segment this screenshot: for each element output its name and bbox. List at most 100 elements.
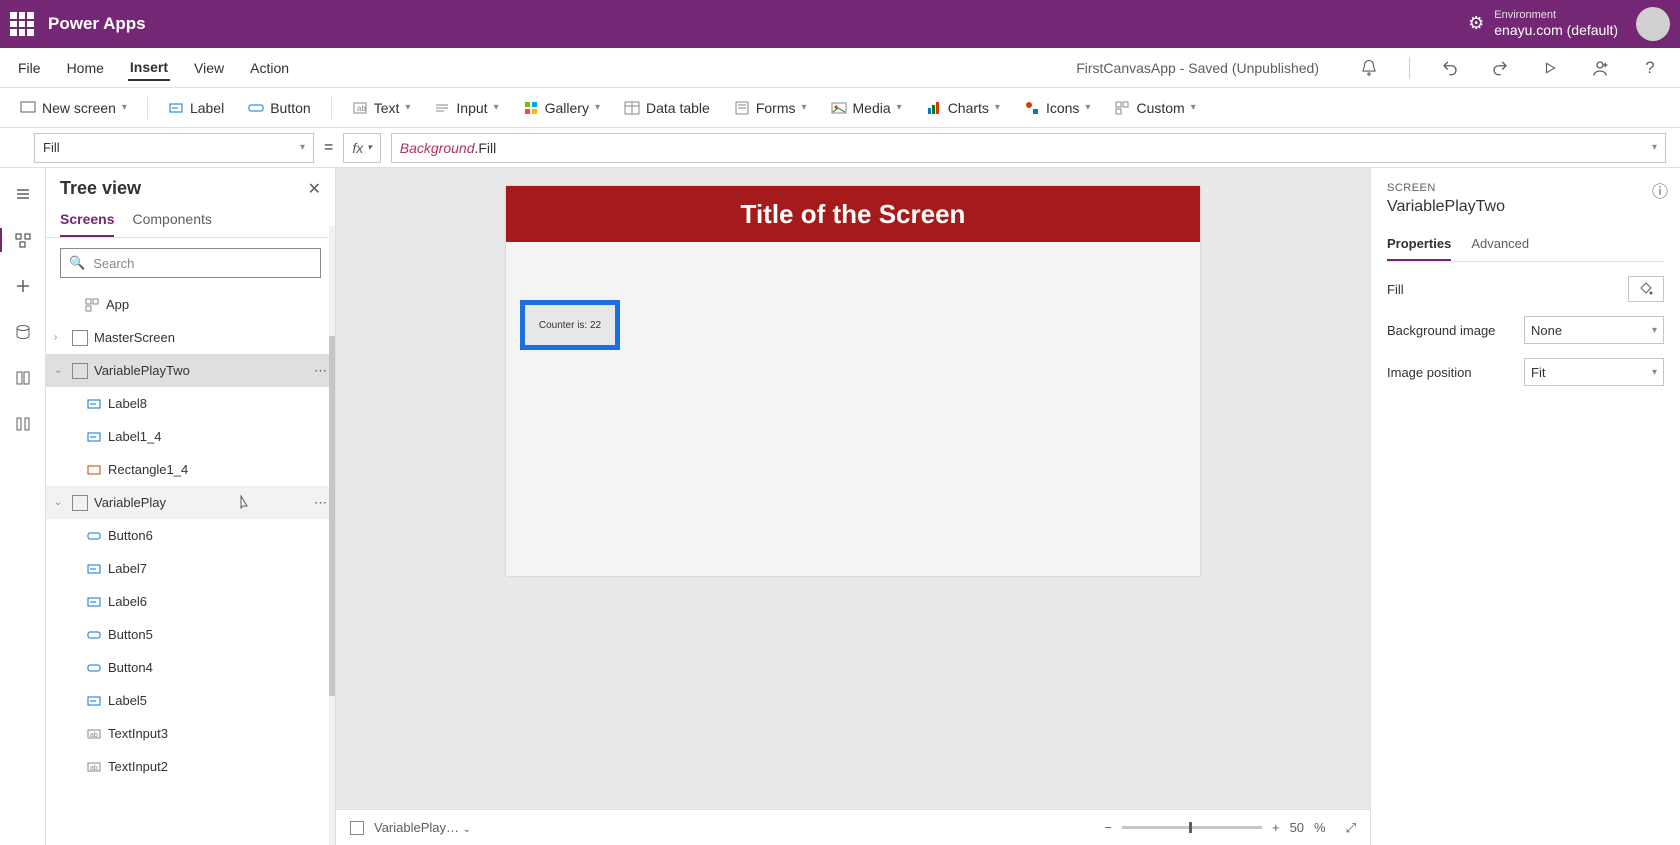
zoom-pct: % [1314, 820, 1326, 835]
help-icon[interactable]: ? [1636, 54, 1664, 82]
ribbon-media[interactable]: Media▾ [825, 96, 908, 120]
tree-item-button5[interactable]: Button5 [46, 618, 335, 651]
cursor-icon [236, 495, 250, 511]
menu-action[interactable]: Action [248, 56, 291, 80]
zoom-in-icon[interactable]: + [1272, 820, 1280, 835]
app-checker-icon[interactable] [1355, 54, 1383, 82]
user-avatar[interactable] [1636, 7, 1670, 41]
zoom-out-icon[interactable]: − [1104, 820, 1112, 835]
canvas-screen[interactable]: Title of the Screen Counter is: 22 [506, 186, 1200, 576]
props-tab-advanced[interactable]: Advanced [1471, 228, 1529, 261]
tree-item-variableplaytwo[interactable]: ⌄ VariablePlayTwo ⋯ [46, 354, 335, 387]
play-icon[interactable] [1536, 54, 1564, 82]
ribbon-custom[interactable]: Custom▾ [1108, 96, 1201, 120]
ribbon-gallery[interactable]: Gallery▾ [517, 96, 606, 120]
prop-bgimage-label: Background image [1387, 323, 1495, 338]
insert-ribbon: New screen▾ Label Button ab Text▾ Input▾… [0, 88, 1680, 128]
fx-button[interactable]: fx▾ [343, 133, 380, 163]
rectangle-icon [86, 462, 102, 478]
screen-title-label[interactable]: Title of the Screen [506, 186, 1200, 242]
rail-tools-icon[interactable] [11, 412, 35, 436]
charts-icon [926, 100, 942, 116]
data-table-icon [624, 100, 640, 116]
share-icon[interactable] [1586, 54, 1614, 82]
tree-item-masterscreen[interactable]: › MasterScreen [46, 321, 335, 354]
info-icon[interactable]: ⓘ [1652, 178, 1668, 202]
label-icon [168, 100, 184, 116]
label-icon [86, 396, 102, 412]
props-section-label: SCREEN [1387, 182, 1664, 194]
tree-item-rectangle1-4[interactable]: Rectangle1_4 [46, 453, 335, 486]
ribbon-forms[interactable]: Forms▾ [728, 96, 813, 120]
tree-item-button4[interactable]: Button4 [46, 651, 335, 684]
imgpos-select[interactable]: Fit▾ [1524, 358, 1664, 386]
ribbon-text[interactable]: ab Text▾ [346, 96, 417, 120]
ribbon-button[interactable]: Button [242, 96, 316, 120]
tree-item-app[interactable]: App [46, 288, 335, 321]
rail-insert-icon[interactable] [11, 274, 35, 298]
rail-media-icon[interactable] [11, 366, 35, 390]
ribbon-icons[interactable]: Icons▾ [1018, 96, 1097, 120]
tree-item-label6[interactable]: Label6 [46, 585, 335, 618]
environment-icon[interactable]: ⚙ [1468, 13, 1484, 34]
tree-search[interactable]: 🔍 Search [60, 248, 321, 278]
more-icon[interactable]: ⋯ [314, 495, 327, 511]
tree-item-label8[interactable]: Label8 [46, 387, 335, 420]
ribbon-charts[interactable]: Charts▾ [920, 96, 1006, 120]
close-tree-icon[interactable]: ✕ [308, 179, 321, 199]
rail-hamburger-icon[interactable] [11, 182, 35, 206]
zoom-value: 50 [1290, 820, 1304, 835]
fill-color-swatch[interactable] [1628, 276, 1664, 302]
screen-icon [20, 100, 36, 116]
app-status: FirstCanvasApp - Saved (Unpublished) [1076, 60, 1319, 76]
tree-item-label5[interactable]: Label5 [46, 684, 335, 717]
property-selector[interactable]: Fill▾ [34, 133, 314, 163]
ribbon-input[interactable]: Input▾ [428, 96, 504, 120]
menu-file[interactable]: File [16, 56, 43, 80]
label-icon [86, 693, 102, 709]
screen-icon [72, 363, 88, 379]
tree-item-label1-4[interactable]: Label1_4 [46, 420, 335, 453]
zoom-slider[interactable] [1122, 826, 1262, 829]
formula-input[interactable]: Background.Fill ▾ [391, 133, 1666, 163]
equals-sign: = [324, 139, 333, 157]
ribbon-new-screen[interactable]: New screen▾ [14, 96, 133, 120]
environment-label: Environment [1494, 9, 1618, 22]
button-icon [248, 100, 264, 116]
props-tab-properties[interactable]: Properties [1387, 228, 1451, 261]
tree-item-label7[interactable]: Label7 [46, 552, 335, 585]
waffle-icon[interactable] [10, 12, 34, 36]
fit-screen-icon[interactable]: ⤢ [1346, 820, 1356, 836]
prop-imgpos-label: Image position [1387, 365, 1472, 380]
counter-button[interactable]: Counter is: 22 [520, 300, 620, 350]
tree-item-textinput3[interactable]: ab TextInput3 [46, 717, 335, 750]
undo-icon[interactable] [1436, 54, 1464, 82]
custom-icon [1114, 100, 1130, 116]
rail-tree-view-icon[interactable] [0, 228, 34, 252]
ribbon-data-table[interactable]: Data table [618, 96, 716, 120]
menu-home[interactable]: Home [65, 56, 106, 80]
button-icon [86, 528, 102, 544]
tree-tab-screens[interactable]: Screens [60, 203, 114, 237]
menubar: File Home Insert View Action FirstCanvas… [0, 48, 1680, 88]
more-icon[interactable]: ⋯ [314, 363, 327, 379]
media-icon [831, 100, 847, 116]
menu-view[interactable]: View [192, 56, 226, 80]
svg-text:ab: ab [90, 732, 98, 739]
tree-panel: Tree view ✕ Screens Components 🔍 Search … [46, 168, 336, 845]
footer-screen-selector[interactable]: VariablePlay… ⌄ [374, 820, 471, 835]
bgimage-select[interactable]: None▾ [1524, 316, 1664, 344]
menu-insert[interactable]: Insert [128, 55, 170, 81]
ribbon-label[interactable]: Label [162, 96, 230, 120]
textinput-icon: ab [86, 726, 102, 742]
tree-tab-components[interactable]: Components [132, 203, 211, 237]
tree-item-variableplay[interactable]: ⌄ VariablePlay ⋯ [46, 486, 335, 519]
tree-scrollbar[interactable] [329, 226, 335, 845]
forms-icon [734, 100, 750, 116]
tree-item-textinput2[interactable]: ab TextInput2 [46, 750, 335, 783]
label-icon [86, 429, 102, 445]
redo-icon[interactable] [1486, 54, 1514, 82]
rail-data-icon[interactable] [11, 320, 35, 344]
tree-item-button6[interactable]: Button6 [46, 519, 335, 552]
environment-value[interactable]: enayu.com (default) [1494, 22, 1618, 39]
